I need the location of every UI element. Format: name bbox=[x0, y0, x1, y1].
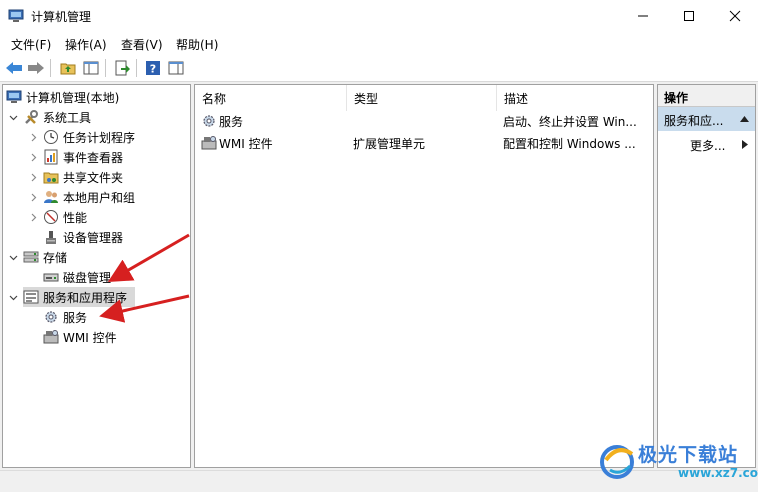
help-button[interactable]: ? bbox=[143, 58, 163, 78]
more-actions-link[interactable]: 更多... bbox=[690, 137, 725, 154]
annotation-arrow bbox=[99, 294, 190, 323]
help-icon: ? bbox=[146, 61, 160, 76]
actions-section-services-apps[interactable]: 服务和应... bbox=[658, 107, 755, 131]
list-cell-name: WMI 控件 bbox=[219, 137, 273, 151]
menu-help[interactable]: 帮助(H) bbox=[176, 36, 218, 53]
watermark-url: www.xz7.com bbox=[678, 466, 758, 480]
close-button[interactable] bbox=[712, 0, 758, 31]
actions-header: 操作 bbox=[658, 85, 755, 107]
list-cell-type: 扩展管理单元 bbox=[353, 137, 426, 151]
forward-arrow-icon bbox=[28, 62, 44, 74]
annotation-arrow bbox=[107, 233, 190, 283]
back-arrow-icon bbox=[6, 62, 22, 74]
maximize-icon bbox=[684, 10, 694, 21]
up-folder-button[interactable] bbox=[58, 58, 78, 78]
forward-button[interactable] bbox=[26, 58, 46, 78]
show-action-pane-button[interactable] bbox=[166, 58, 186, 78]
console-tree-icon bbox=[83, 61, 99, 75]
export-icon bbox=[115, 60, 130, 76]
annotation-arrows bbox=[99, 233, 190, 323]
menu-bar: 文件(F) 操作(A) 查看(V) 帮助(H) bbox=[0, 31, 758, 54]
gear-icon bbox=[203, 115, 215, 127]
collapse-up-icon[interactable] bbox=[740, 115, 749, 122]
watermark-text: 极光下载站 bbox=[638, 444, 739, 466]
watermark-logo-icon bbox=[600, 445, 634, 479]
list-cell-description: 配置和控制 Windows ... bbox=[503, 137, 636, 151]
watermark: 极光下载站 www.xz7.com bbox=[596, 438, 758, 488]
list-cell-description: 启动、终止并设置 Win... bbox=[503, 115, 637, 129]
list-item[interactable]: WMI 控件 扩展管理单元 配置和控制 Windows ... bbox=[195, 132, 653, 154]
actions-section-label: 服务和应... bbox=[664, 114, 724, 128]
list-item[interactable]: 服务 启动、终止并设置 Win... bbox=[195, 110, 653, 132]
show-hide-tree-button[interactable] bbox=[81, 58, 101, 78]
toolbar: ? bbox=[0, 54, 758, 82]
toolbar-separator bbox=[50, 59, 51, 77]
result-list: 名称 类型 描述 服务 启动、终止并设置 Win... WMI 控件 扩展管理单… bbox=[194, 84, 654, 468]
computer-management-icon bbox=[8, 9, 24, 22]
toolbar-separator bbox=[105, 59, 106, 77]
column-header-type[interactable]: 类型 bbox=[347, 85, 497, 111]
actions-pane: 操作 服务和应... 更多... bbox=[657, 84, 756, 468]
action-pane-icon bbox=[168, 61, 184, 75]
column-header-name[interactable]: 名称 bbox=[195, 85, 347, 111]
title-bar: 计算机管理 bbox=[0, 0, 758, 31]
column-header-description[interactable]: 描述 bbox=[497, 85, 653, 111]
menu-view[interactable]: 查看(V) bbox=[121, 36, 163, 53]
folder-up-icon bbox=[60, 63, 76, 75]
close-icon bbox=[729, 10, 741, 21]
chevron-right-icon bbox=[742, 140, 748, 149]
svg-text:?: ? bbox=[150, 63, 156, 76]
export-list-button[interactable] bbox=[112, 58, 132, 78]
maximize-button[interactable] bbox=[666, 0, 712, 31]
minimize-button[interactable] bbox=[620, 0, 666, 31]
console-tree: 计算机管理(本地) 系统工具 任务计划程序 事件查看器 共享文件夹 本地用户和组… bbox=[2, 84, 191, 468]
wmi-icon bbox=[201, 136, 217, 150]
window-title: 计算机管理 bbox=[31, 10, 92, 24]
menu-action[interactable]: 操作(A) bbox=[65, 36, 107, 53]
back-button[interactable] bbox=[4, 58, 24, 78]
toolbar-separator bbox=[136, 59, 137, 77]
list-cell-name: 服务 bbox=[219, 115, 244, 129]
minimize-icon bbox=[638, 15, 648, 16]
menu-file[interactable]: 文件(F) bbox=[11, 36, 51, 53]
